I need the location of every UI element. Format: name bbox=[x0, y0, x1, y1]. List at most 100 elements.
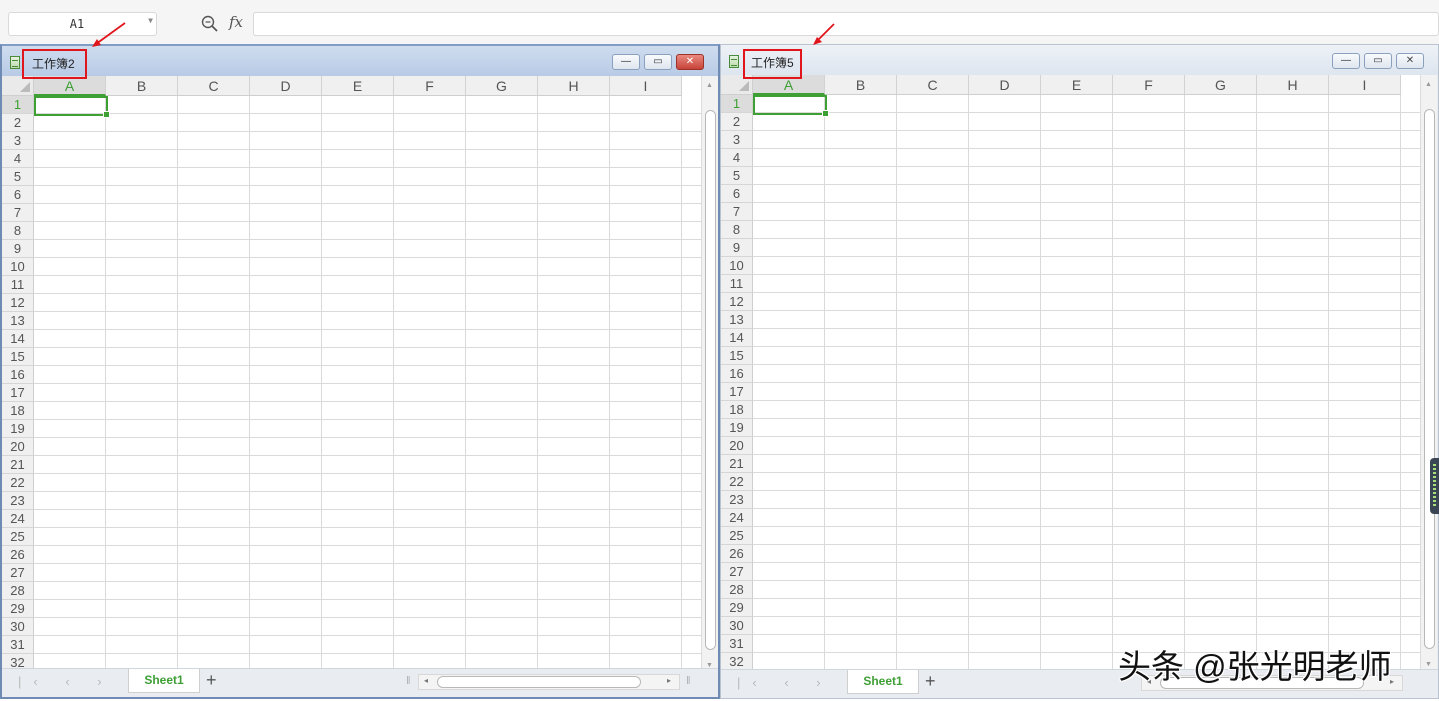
row-header-24[interactable]: 24 bbox=[721, 509, 753, 527]
add-sheet-button[interactable]: + bbox=[925, 671, 936, 692]
row-header-2[interactable]: 2 bbox=[721, 113, 753, 131]
row-header-22[interactable]: 22 bbox=[721, 473, 753, 491]
add-sheet-button[interactable]: + bbox=[206, 670, 217, 691]
row-header-12[interactable]: 12 bbox=[721, 293, 753, 311]
split-handle-icon[interactable]: ‖ bbox=[686, 675, 691, 687]
row-header-19[interactable]: 19 bbox=[721, 419, 753, 437]
row-header-11[interactable]: 11 bbox=[2, 276, 34, 294]
cell-grid[interactable] bbox=[34, 96, 701, 672]
row-header-10[interactable]: 10 bbox=[721, 257, 753, 275]
row-header-28[interactable]: 28 bbox=[721, 581, 753, 599]
row-header-1[interactable]: 1 bbox=[721, 95, 753, 113]
row-header-5[interactable]: 5 bbox=[721, 167, 753, 185]
row-header-28[interactable]: 28 bbox=[2, 582, 34, 600]
row-header-9[interactable]: 9 bbox=[721, 239, 753, 257]
minimize-button[interactable]: — bbox=[612, 54, 640, 70]
row-header-10[interactable]: 10 bbox=[2, 258, 34, 276]
scroll-right-icon[interactable]: ▸ bbox=[667, 676, 671, 685]
row-header-16[interactable]: 16 bbox=[721, 365, 753, 383]
cell-grid[interactable] bbox=[753, 95, 1420, 671]
scroll-left-icon[interactable]: ◂ bbox=[424, 676, 428, 685]
row-header-17[interactable]: 17 bbox=[2, 384, 34, 402]
column-header-f[interactable]: F bbox=[1113, 75, 1185, 95]
restore-button[interactable]: ▭ bbox=[1364, 53, 1392, 69]
column-header-h[interactable]: H bbox=[1257, 75, 1329, 95]
row-header-6[interactable]: 6 bbox=[721, 185, 753, 203]
row-header-15[interactable]: 15 bbox=[2, 348, 34, 366]
vertical-scroll-thumb[interactable] bbox=[705, 110, 716, 650]
row-header-13[interactable]: 13 bbox=[721, 311, 753, 329]
row-header-30[interactable]: 30 bbox=[721, 617, 753, 635]
name-box-dropdown-icon[interactable]: ▼ bbox=[148, 16, 153, 25]
sheet-tab-sheet1[interactable]: Sheet1 bbox=[847, 670, 919, 694]
row-header-7[interactable]: 7 bbox=[721, 203, 753, 221]
row-header-5[interactable]: 5 bbox=[2, 168, 34, 186]
row-header-6[interactable]: 6 bbox=[2, 186, 34, 204]
row-header-31[interactable]: 31 bbox=[2, 636, 34, 654]
close-button[interactable]: ✕ bbox=[676, 54, 704, 70]
row-header-3[interactable]: 3 bbox=[2, 132, 34, 150]
row-header-23[interactable]: 23 bbox=[2, 492, 34, 510]
row-header-11[interactable]: 11 bbox=[721, 275, 753, 293]
column-header-c[interactable]: C bbox=[897, 75, 969, 95]
row-header-7[interactable]: 7 bbox=[2, 204, 34, 222]
sheet-tab-sheet1[interactable]: Sheet1 bbox=[128, 669, 200, 693]
column-header-g[interactable]: G bbox=[466, 76, 538, 96]
row-header-29[interactable]: 29 bbox=[721, 599, 753, 617]
row-header-22[interactable]: 22 bbox=[2, 474, 34, 492]
row-header-23[interactable]: 23 bbox=[721, 491, 753, 509]
row-header-14[interactable]: 14 bbox=[2, 330, 34, 348]
row-header-18[interactable]: 18 bbox=[2, 402, 34, 420]
column-header-e[interactable]: E bbox=[322, 76, 394, 96]
column-header-i[interactable]: I bbox=[610, 76, 682, 96]
row-header-21[interactable]: 21 bbox=[721, 455, 753, 473]
zoom-formula-icon[interactable] bbox=[201, 15, 219, 33]
scroll-up-icon[interactable]: ▲ bbox=[1425, 81, 1432, 88]
column-header-d[interactable]: D bbox=[969, 75, 1041, 95]
row-header-20[interactable]: 20 bbox=[2, 438, 34, 456]
row-header-26[interactable]: 26 bbox=[721, 545, 753, 563]
vertical-scrollbar[interactable]: ▲ ▼ bbox=[701, 76, 718, 672]
row-header-2[interactable]: 2 bbox=[2, 114, 34, 132]
active-cell-a1[interactable] bbox=[34, 96, 110, 118]
row-header-8[interactable]: 8 bbox=[721, 221, 753, 239]
horizontal-scrollbar[interactable]: ◂ ▸ bbox=[418, 674, 680, 690]
column-header-d[interactable]: D bbox=[250, 76, 322, 96]
sheet-grid[interactable]: ABCDEFGHI 1 2 3 4 5 6 7 8 9 10 11 12 13 14 15 16 17 18 19 2… bbox=[721, 75, 1420, 671]
column-header-g[interactable]: G bbox=[1185, 75, 1257, 95]
row-header-24[interactable]: 24 bbox=[2, 510, 34, 528]
tab-splitter-icon[interactable]: ‖ bbox=[406, 675, 411, 687]
row-header-4[interactable]: 4 bbox=[2, 150, 34, 168]
row-header-19[interactable]: 19 bbox=[2, 420, 34, 438]
horizontal-scroll-thumb[interactable] bbox=[437, 676, 641, 688]
sheet-grid[interactable]: ABCDEFGHI 1 2 3 4 5 6 7 8 9 10 11 12 13 14 15 16 17 18 19 2… bbox=[2, 76, 701, 672]
row-header-12[interactable]: 12 bbox=[2, 294, 34, 312]
row-header-14[interactable]: 14 bbox=[721, 329, 753, 347]
row-header-25[interactable]: 25 bbox=[2, 528, 34, 546]
row-header-4[interactable]: 4 bbox=[721, 149, 753, 167]
row-header-27[interactable]: 27 bbox=[721, 563, 753, 581]
column-header-h[interactable]: H bbox=[538, 76, 610, 96]
row-header-31[interactable]: 31 bbox=[721, 635, 753, 653]
column-header-a[interactable]: A bbox=[34, 76, 106, 96]
workbook-window-1[interactable]: 工作簿2 — ▭ ✕ ABCDEFGHI 1 2 3 4 5 6 7 8 9 10 11 12 13 14… bbox=[0, 44, 720, 699]
row-header-16[interactable]: 16 bbox=[2, 366, 34, 384]
row-header-8[interactable]: 8 bbox=[2, 222, 34, 240]
row-header-13[interactable]: 13 bbox=[2, 312, 34, 330]
row-header-18[interactable]: 18 bbox=[721, 401, 753, 419]
row-header-21[interactable]: 21 bbox=[2, 456, 34, 474]
scroll-down-icon[interactable]: ▼ bbox=[1425, 661, 1432, 668]
insert-function-button[interactable]: fx bbox=[229, 13, 243, 31]
vertical-scroll-thumb[interactable] bbox=[1424, 109, 1435, 649]
select-all-corner[interactable] bbox=[2, 76, 34, 96]
column-header-e[interactable]: E bbox=[1041, 75, 1113, 95]
column-header-c[interactable]: C bbox=[178, 76, 250, 96]
row-header-17[interactable]: 17 bbox=[721, 383, 753, 401]
row-header-30[interactable]: 30 bbox=[2, 618, 34, 636]
workbook-title-bar[interactable]: 工作簿2 — ▭ ✕ bbox=[2, 46, 718, 76]
side-panel-handle[interactable] bbox=[1430, 458, 1439, 514]
scroll-up-icon[interactable]: ▲ bbox=[706, 82, 713, 89]
row-header-25[interactable]: 25 bbox=[721, 527, 753, 545]
name-box[interactable]: A1 ▼ bbox=[8, 12, 157, 36]
column-header-i[interactable]: I bbox=[1329, 75, 1401, 95]
